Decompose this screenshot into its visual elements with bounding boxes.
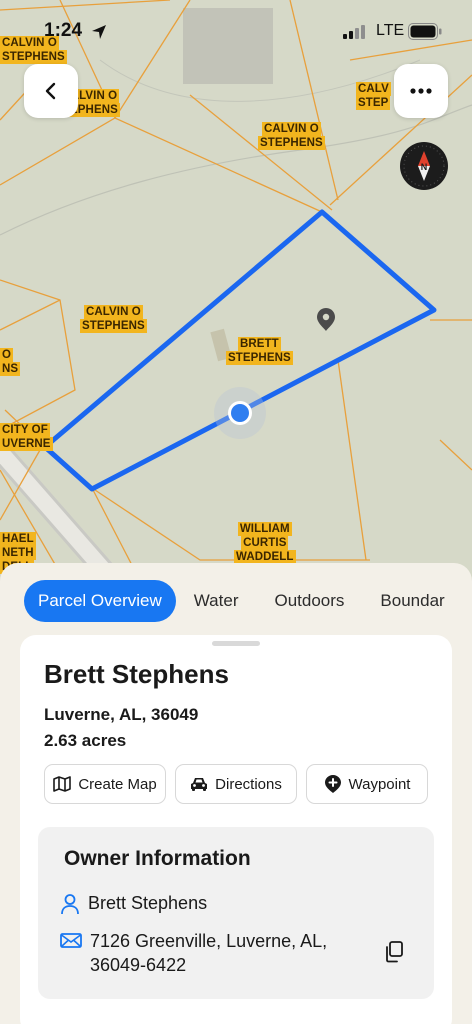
parcel-owner-title: Brett Stephens — [44, 659, 229, 689]
car-icon — [191, 778, 208, 791]
map-owner-label: BRETT STEPHENS — [226, 337, 293, 365]
chevron-left-icon — [45, 82, 56, 100]
status-time: 1:24 — [44, 20, 83, 41]
owner-name-row: Brett Stephens — [60, 893, 207, 915]
directions-button[interactable]: Directions — [175, 764, 297, 804]
owner-information-heading: Owner Information — [64, 847, 251, 870]
status-bar: 1:24 LTE — [0, 0, 472, 60]
mail-icon — [60, 933, 82, 948]
tab-parcel-overview[interactable]: Parcel Overview — [24, 580, 176, 622]
compass-north-icon: N — [403, 145, 445, 187]
copy-icon[interactable] — [384, 941, 404, 963]
svg-text:N: N — [421, 162, 428, 172]
map-owner-label: CALVIN O STEPHENS — [258, 122, 325, 150]
battery-icon — [408, 23, 442, 40]
map-icon — [53, 776, 72, 792]
owner-name: Brett Stephens — [88, 893, 208, 913]
owner-information-section: Owner Information Brett Stephens 7126 Gr… — [38, 827, 434, 999]
compass-button[interactable]: N — [400, 142, 448, 190]
create-map-button[interactable]: Create Map — [44, 764, 166, 804]
map-owner-label: CALVIN O STEPHENS — [80, 305, 147, 333]
parcel-bottom-sheet: Parcel Overview Water Outdoors Boundar B… — [0, 563, 472, 1024]
location-arrow-icon — [92, 25, 106, 39]
tab-boundaries[interactable]: Boundar — [362, 580, 462, 622]
parcel-tabs: Parcel Overview Water Outdoors Boundar — [24, 580, 463, 622]
back-button[interactable] — [24, 64, 78, 118]
map-owner-label: O NS — [0, 348, 21, 376]
owner-address-row: 7126 Greenville, Luverne, AL, 36049-6422 — [60, 929, 350, 977]
parcel-map[interactable]: CALVIN O STEPHENS ALVIN O EPHENS CALVIN OS… — [0, 0, 472, 600]
more-options-button[interactable] — [394, 64, 448, 118]
map-owner-label: WILLIAM CURTIS WADDELL — [234, 522, 296, 564]
more-horizontal-icon — [410, 88, 432, 94]
waypoint-label: Waypoint — [348, 775, 411, 793]
person-icon — [61, 894, 79, 915]
map-owner-label: CALV STEP — [356, 82, 391, 110]
waypoint-button[interactable]: Waypoint — [306, 764, 428, 804]
directions-label: Directions — [215, 775, 282, 793]
parcel-acreage: 2.63 acres — [44, 731, 127, 750]
tab-water[interactable]: Water — [176, 580, 257, 622]
current-location-dot — [231, 404, 249, 422]
network-type: LTE — [376, 22, 405, 39]
add-waypoint-icon — [324, 775, 341, 793]
cellular-signal-icon — [343, 25, 365, 39]
create-map-label: Create Map — [78, 775, 157, 793]
tab-outdoors[interactable]: Outdoors — [256, 580, 362, 622]
parcel-overview-card: Brett Stephens Luverne, AL, 36049 2.63 a… — [20, 635, 452, 1024]
map-owner-label: CITY OF UVERNE — [0, 423, 53, 451]
parcel-location: Luverne, AL, 36049 — [44, 705, 199, 724]
owner-address: 7126 Greenville, Luverne, AL, 36049-6422 — [90, 931, 328, 975]
sheet-grabber[interactable] — [212, 641, 260, 646]
